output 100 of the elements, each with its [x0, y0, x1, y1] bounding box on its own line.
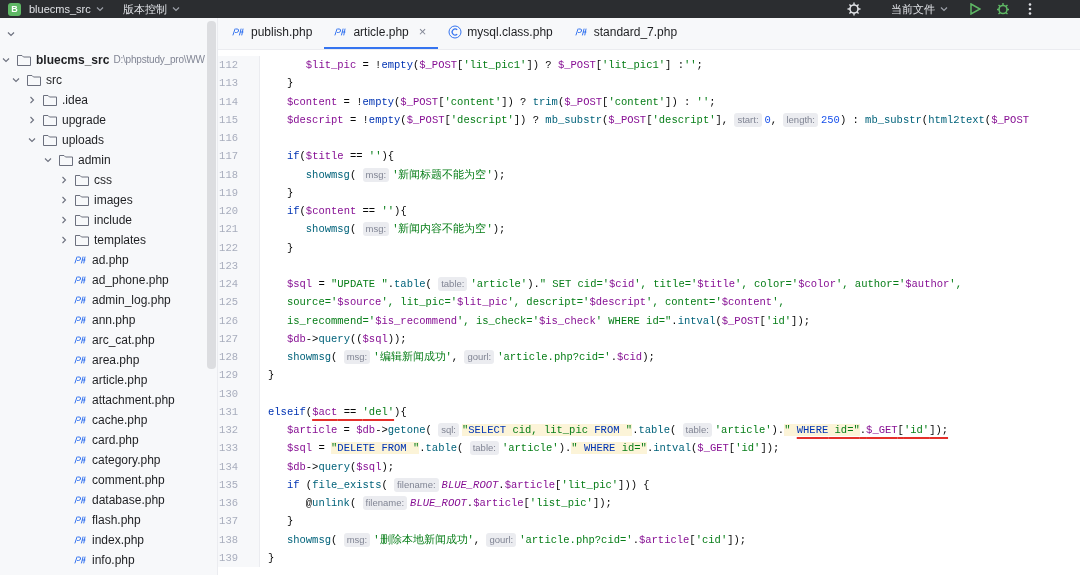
folder-icon — [74, 193, 90, 207]
php-file-icon — [74, 515, 88, 525]
folder-icon — [42, 133, 58, 147]
file-name[interactable]: card.php — [92, 430, 139, 450]
scrollbar-thumb[interactable] — [207, 21, 216, 369]
parameter-hint: gourl: — [464, 350, 495, 365]
code-text: 'article')." WHERE id=".intval($_GET['id']); — [501, 441, 780, 457]
parameter-hint: sql: — [438, 423, 459, 438]
php-file-icon — [74, 335, 88, 345]
caret-icon[interactable] — [6, 29, 16, 39]
folder-icon — [74, 173, 90, 187]
php-file-icon — [232, 27, 246, 37]
close-button[interactable]: × — [418, 22, 427, 42]
folder-icon — [16, 53, 32, 67]
php-file-icon — [334, 27, 349, 37]
code-text: if($title == ''){ — [285, 149, 395, 165]
line-number: 133 — [218, 439, 260, 458]
code-text: $sql = "DELETE FROM ".table( — [285, 441, 465, 457]
php-file-icon — [74, 275, 88, 285]
code-text: 250) : mb_substr(html2text($_POST — [821, 112, 1029, 128]
php-file-icon — [574, 27, 589, 37]
line-number: 132 — [218, 421, 260, 440]
file-name[interactable]: admin_log.php — [92, 290, 171, 310]
line-number: 125 — [218, 293, 260, 312]
settings-icon[interactable] — [847, 2, 861, 16]
parameter-hint: length: — [783, 112, 818, 127]
code-text: $lit_pic = !empty($_POST['lit_pic1']) ? $_POST['lit_pic1'] :''; — [304, 58, 703, 74]
code-text: "SELECT cid, lit_pic FROM ".table( — [461, 423, 678, 439]
folder-name[interactable]: admin — [78, 150, 111, 170]
editor-tab[interactable]: article.php × — [324, 17, 439, 49]
code-text: ){ — [394, 404, 407, 420]
code-text: showmsg( — [285, 350, 339, 366]
editor-tab[interactable]: mysql.class.php — [438, 17, 565, 49]
folder-name[interactable]: .idea — [62, 90, 89, 110]
editor-tab[interactable]: publish.php — [222, 17, 325, 49]
folder-name[interactable]: templates — [94, 230, 147, 250]
line-number: 128 — [218, 348, 260, 367]
file-name[interactable]: index.php — [92, 530, 145, 550]
code-text: '新闻标题不能为空'); — [392, 167, 506, 183]
parameter-hint: filename: — [394, 477, 439, 492]
file-name[interactable]: info.php — [92, 550, 135, 570]
line-number: 120 — [218, 202, 260, 221]
file-name[interactable]: category.php — [92, 450, 161, 470]
parameter-hint: msg: — [362, 222, 390, 237]
code-text: } — [285, 514, 294, 530]
file-name[interactable]: ad.php — [92, 250, 129, 270]
file-name[interactable]: database.php — [92, 490, 165, 510]
line-number: 121 — [218, 220, 260, 239]
caret-icon[interactable] — [939, 4, 949, 14]
line-number: 117 — [218, 147, 260, 166]
line-number: 137 — [218, 512, 260, 531]
code-text: $content = !empty($_POST['content']) ? trim($_POST['content']) : ''; — [285, 94, 716, 110]
php-file-icon — [74, 455, 88, 465]
folder-name[interactable]: images — [94, 190, 133, 210]
debug-icon[interactable] — [996, 2, 1010, 16]
file-name[interactable]: area.php — [92, 350, 140, 370]
project-root[interactable]: bluecms_src — [36, 50, 110, 70]
project-name[interactable]: bluecms_src — [29, 0, 91, 18]
run-icon[interactable] — [969, 3, 981, 15]
run-config-selector[interactable]: 当前文件 — [891, 0, 935, 18]
code-text: 0, — [764, 112, 779, 128]
folder-name[interactable]: include — [94, 210, 133, 230]
folder-name[interactable]: upgrade — [62, 110, 107, 130]
parameter-hint: table: — [469, 441, 499, 456]
code-text: if($content == ''){ — [285, 204, 407, 220]
file-name[interactable]: comment.php — [92, 470, 165, 490]
underlined-code: $act == 'del' — [312, 404, 395, 420]
folder-icon — [26, 73, 42, 87]
code-text: 'article.php?cid='.$cid); — [497, 350, 655, 366]
line-number: 136 — [218, 494, 260, 513]
code-text: showmsg( — [304, 222, 358, 238]
file-name[interactable]: ann.php — [92, 310, 136, 330]
php-file-icon — [74, 555, 88, 565]
code-text: $db->query($sql); — [285, 459, 395, 475]
more-icon[interactable] — [1028, 2, 1032, 16]
folder-name[interactable]: src — [46, 70, 62, 90]
parameter-hint: msg: — [362, 167, 390, 182]
folder-name[interactable]: uploads — [62, 130, 105, 150]
folder-name[interactable]: css — [94, 170, 112, 190]
code-text: '新闻内容不能为空'); — [392, 222, 506, 238]
caret-icon[interactable] — [170, 4, 181, 14]
file-name[interactable]: flash.php — [92, 510, 141, 530]
file-name[interactable]: cache.php — [92, 410, 148, 430]
editor-tab[interactable]: standard_7.php — [564, 17, 690, 49]
file-name[interactable]: arc_cat.php — [92, 330, 155, 350]
file-name[interactable]: ad_phone.php — [92, 270, 169, 290]
php-file-icon — [74, 295, 88, 305]
code-text: $article = $db->getone( — [285, 423, 433, 439]
code-text: $sql = "UPDATE ".table( — [285, 277, 433, 293]
parameter-hint: start: — [734, 112, 762, 127]
code-text: 'article')." SET cid='$cid', title='$title', color='$color', author='$author', — [470, 277, 962, 293]
code-text: showmsg( — [304, 167, 358, 183]
caret-icon[interactable] — [94, 4, 105, 14]
file-name[interactable]: article.php — [92, 370, 148, 390]
code-text: } — [285, 240, 294, 256]
vcs-menu[interactable]: 版本控制 — [122, 0, 167, 18]
file-name[interactable]: attachment.php — [92, 390, 175, 410]
code-text: } — [268, 550, 275, 566]
parameter-hint: gourl: — [486, 532, 517, 547]
parameter-hint: table: — [438, 277, 468, 292]
